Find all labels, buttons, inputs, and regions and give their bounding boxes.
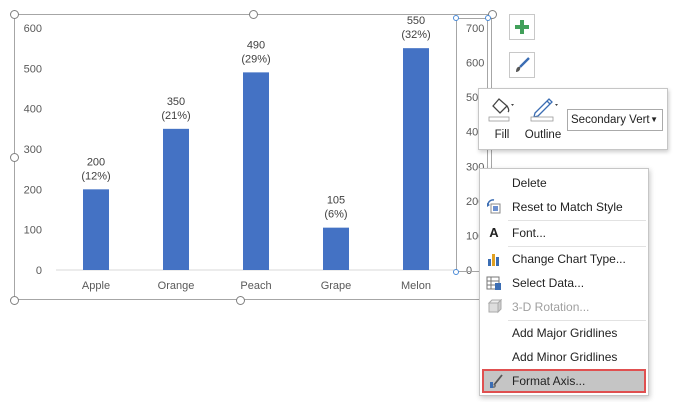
chart-resize-handle-top-center[interactable]	[249, 10, 258, 19]
chart-resize-handle-top-left[interactable]	[10, 10, 19, 19]
menu-item-add-minor-gridlines[interactable]: Add Minor Gridlines	[480, 345, 648, 369]
axis-selection-handle-bottom-left	[453, 269, 459, 275]
menu-item-add-major-gridlines[interactable]: Add Major Gridlines	[480, 321, 648, 345]
paint-bucket-icon	[488, 98, 514, 122]
menu-item-label: Format Axis...	[512, 374, 586, 388]
mini-toolbar: Fill Outline Secondary Vert ▼	[478, 88, 668, 150]
menu-item-font[interactable]: A Font...	[480, 221, 648, 245]
menu-item-delete[interactable]: Delete	[480, 171, 648, 195]
chart-element-selector[interactable]: Secondary Vert ▼	[567, 109, 663, 131]
format-axis-icon	[488, 373, 504, 389]
chart-styles-button[interactable]	[509, 52, 535, 78]
fill-label: Fill	[494, 129, 510, 141]
menu-item-change-chart-type[interactable]: Change Chart Type...	[480, 247, 648, 271]
menu-item-format-axis[interactable]: Format Axis...	[482, 369, 646, 393]
chart-elements-button[interactable]	[509, 14, 535, 40]
paintbrush-icon	[516, 57, 530, 72]
select-data-icon	[486, 275, 502, 291]
chart-resize-handle-bottom-left[interactable]	[10, 296, 19, 305]
menu-item-reset-to-match-style[interactable]: Reset to Match Style	[480, 195, 648, 219]
menu-item-label: Select Data...	[512, 276, 585, 290]
fill-button[interactable]: Fill	[485, 95, 519, 145]
menu-item-select-data[interactable]: Select Data...	[480, 271, 648, 295]
reset-style-icon	[486, 199, 502, 215]
font-icon: A	[489, 225, 499, 240]
axis-selection-handle-top-left	[453, 15, 459, 21]
menu-item-label: Add Minor Gridlines	[512, 350, 618, 364]
chart-resize-handle-middle-left[interactable]	[10, 153, 19, 162]
menu-item-label: Reset to Match Style	[512, 200, 623, 214]
pen-outline-icon	[530, 98, 558, 122]
menu-item-label: Add Major Gridlines	[512, 326, 618, 340]
rotation-icon	[486, 299, 502, 315]
menu-item-label: Delete	[512, 176, 547, 190]
axis-selection-handle-top-right	[485, 15, 491, 21]
outline-button[interactable]: Outline	[523, 95, 563, 145]
outline-label: Outline	[524, 129, 562, 141]
menu-item-label: Change Chart Type...	[512, 252, 626, 266]
chart-element-selector-value: Secondary Vert	[571, 114, 650, 126]
menu-item-3d-rotation[interactable]: 3-D Rotation...	[480, 295, 648, 319]
plus-icon	[515, 20, 529, 34]
chart-resize-handle-bottom-center[interactable]	[236, 296, 245, 305]
chart-type-icon	[486, 251, 502, 267]
menu-item-label: 3-D Rotation...	[512, 300, 590, 314]
menu-item-label: Font...	[512, 226, 547, 240]
chevron-down-icon: ▼	[650, 115, 658, 124]
chart-area[interactable]	[14, 14, 492, 300]
context-menu: Delete Reset to Match Style A Font... Ch…	[479, 168, 649, 396]
